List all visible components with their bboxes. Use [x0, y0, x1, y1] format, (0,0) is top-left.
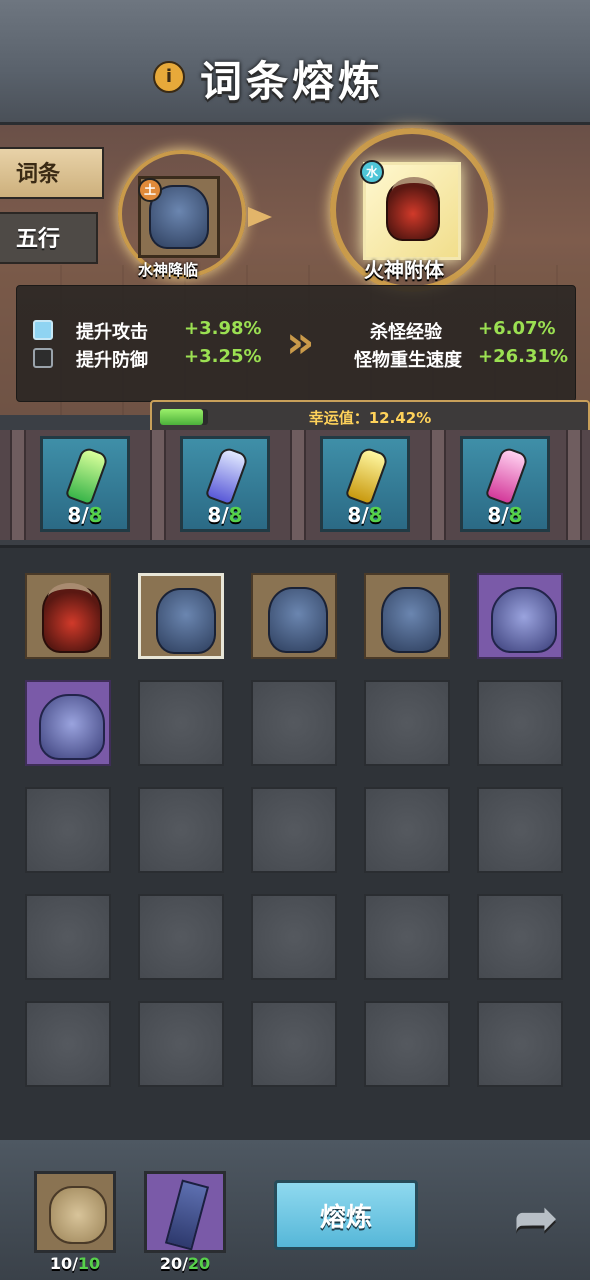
empty-inventory-slot[interactable] — [477, 787, 563, 873]
empty-inventory-slot[interactable] — [138, 787, 224, 873]
title-bar: i 词条熔炼 — [0, 0, 590, 125]
purple-armor-icon — [39, 694, 105, 760]
tab-affix[interactable]: 词条 — [0, 147, 104, 199]
stone-icon — [49, 1186, 107, 1244]
inventory-panel — [0, 545, 590, 1148]
source-element-badge: 土 — [138, 178, 162, 202]
scroll-slot[interactable] — [144, 1171, 226, 1253]
inventory-item-slot[interactable] — [25, 573, 111, 659]
stat-respawn-label: 怪物重生速度 — [354, 350, 462, 371]
luck-value: 幸运值：12.42% — [308, 409, 432, 427]
blue-gem-icon — [204, 445, 250, 507]
gem-strip: 8/8 8/8 8/8 8/8 — [0, 430, 590, 540]
share-arrow-icon[interactable]: ➦ — [504, 1186, 568, 1250]
empty-inventory-slot[interactable] — [477, 894, 563, 980]
stone-slot[interactable] — [34, 1171, 116, 1253]
gem-count: 8/8 — [487, 503, 523, 527]
gem-slot-blue[interactable]: 8/8 — [180, 436, 270, 532]
smelt-button[interactable]: 熔炼 — [274, 1180, 418, 1250]
green-gem-icon — [64, 445, 110, 507]
empty-inventory-slot[interactable] — [138, 894, 224, 980]
empty-inventory-slot[interactable] — [477, 1001, 563, 1087]
pink-gem-icon — [484, 445, 530, 507]
inventory-item-slot[interactable] — [25, 680, 111, 766]
inventory-item-slot[interactable] — [138, 573, 224, 659]
stat-defense-value: +3.25% — [184, 346, 262, 367]
purple-armor-icon — [491, 587, 557, 653]
empty-inventory-slot[interactable] — [364, 787, 450, 873]
empty-inventory-slot[interactable] — [25, 787, 111, 873]
gem-count: 8/8 — [207, 503, 243, 527]
red-armor-icon — [386, 177, 440, 241]
pillar — [290, 430, 306, 540]
stat-respawn-value: +26.31% — [478, 346, 569, 367]
page-title: 词条熔炼 — [200, 57, 385, 106]
scroll-count: 20/20 — [159, 1254, 211, 1273]
empty-inventory-slot[interactable] — [25, 1001, 111, 1087]
pillar — [566, 430, 582, 540]
stat-transfer-arrow-icon: » — [286, 317, 315, 368]
blue-armor-icon — [156, 588, 216, 654]
gem-slot-green[interactable]: 8/8 — [40, 436, 130, 532]
gem-slot-pink[interactable]: 8/8 — [460, 436, 550, 532]
stat-defense-label: 提升防御 — [76, 350, 148, 371]
pillar — [10, 430, 26, 540]
luck-bar: 幸运值：12.42% — [150, 400, 590, 434]
tab-five-elements[interactable]: 五行 — [0, 212, 98, 264]
empty-inventory-slot[interactable] — [364, 680, 450, 766]
empty-inventory-slot[interactable] — [364, 1001, 450, 1087]
target-element-badge: 水 — [360, 160, 384, 184]
transfer-arrow-icon — [248, 207, 272, 227]
blue-armor-icon — [381, 587, 441, 653]
empty-inventory-slot[interactable] — [477, 680, 563, 766]
info-icon[interactable]: i — [153, 61, 185, 93]
stat-kill-exp-label: 杀怪经验 — [370, 322, 442, 343]
source-item-name: 水神降临 — [138, 261, 199, 279]
pillar — [430, 430, 446, 540]
gem-slot-yellow[interactable]: 8/8 — [320, 436, 410, 532]
blue-armor-icon — [268, 587, 328, 653]
red-armor-icon — [42, 583, 102, 653]
gem-count: 8/8 — [67, 503, 103, 527]
gem-count: 8/8 — [347, 503, 383, 527]
empty-inventory-slot[interactable] — [138, 1001, 224, 1087]
stat-attack-value: +3.98% — [184, 318, 262, 339]
empty-inventory-slot[interactable] — [138, 680, 224, 766]
defense-checkbox[interactable] — [33, 348, 53, 368]
attack-checkbox[interactable] — [33, 320, 53, 340]
empty-inventory-slot[interactable] — [251, 894, 337, 980]
empty-inventory-slot[interactable] — [25, 894, 111, 980]
empty-inventory-slot[interactable] — [251, 1001, 337, 1087]
target-item-name: 火神附体 — [364, 258, 444, 282]
empty-inventory-slot[interactable] — [251, 680, 337, 766]
inventory-item-slot[interactable] — [364, 573, 450, 659]
inventory-item-slot[interactable] — [251, 573, 337, 659]
empty-inventory-slot[interactable] — [364, 894, 450, 980]
stone-count: 10/10 — [49, 1254, 101, 1273]
yellow-gem-icon — [344, 445, 390, 507]
empty-inventory-slot[interactable] — [251, 787, 337, 873]
pillar — [150, 430, 166, 540]
stat-attack-label: 提升攻击 — [76, 322, 148, 343]
inventory-item-slot[interactable] — [477, 573, 563, 659]
stat-kill-exp-value: +6.07% — [478, 318, 556, 339]
scroll-icon — [164, 1179, 210, 1251]
